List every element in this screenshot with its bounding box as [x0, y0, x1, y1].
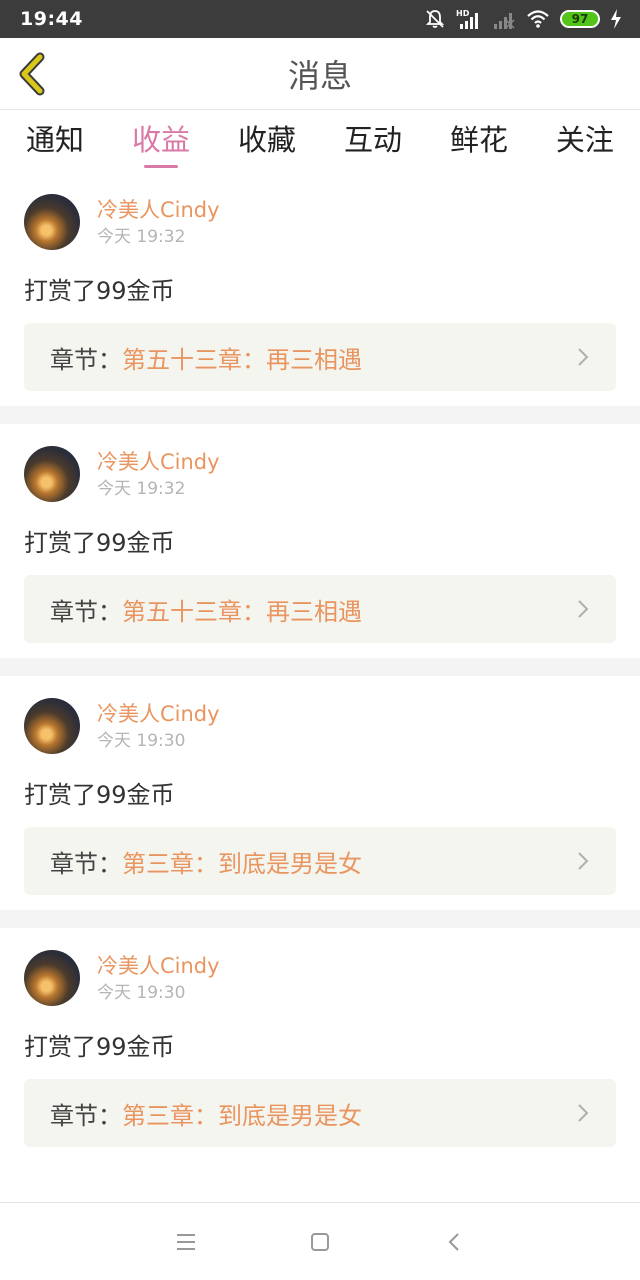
user-info: 冷美人Cindy 今天 19:32	[97, 194, 220, 248]
message-list: 冷美人Cindy 今天 19:32 打赏了99金币 章节： 第五十三章：再三相遇…	[0, 172, 640, 1162]
signal-weak-icon	[492, 9, 516, 29]
user-info: 冷美人Cindy 今天 19:30	[97, 698, 220, 752]
message-time: 今天 19:32	[97, 479, 186, 499]
wifi-icon	[526, 9, 550, 29]
message-text: 打赏了99金币	[24, 277, 175, 305]
menu-icon	[177, 1233, 195, 1250]
chapter-title: 第三章：到底是男是女	[122, 1101, 362, 1130]
back-triangle-icon	[448, 1232, 459, 1251]
message-card: 冷美人Cindy 今天 19:32 打赏了99金币 章节： 第五十三章：再三相遇	[0, 172, 640, 406]
tab-favorites[interactable]: 收藏	[238, 120, 296, 170]
message-header: 冷美人Cindy 今天 19:32	[24, 446, 616, 506]
app-screen: 19:44 HD 97 消息 通知 收益 收藏 互动 鲜花 关注 冷美人Cind…	[0, 0, 640, 1280]
mute-bell-icon	[424, 8, 446, 30]
message-text: 打赏了99金币	[24, 529, 175, 557]
avatar[interactable]	[24, 950, 80, 1006]
charging-bolt-icon	[610, 9, 622, 29]
user-info: 冷美人Cindy 今天 19:32	[97, 446, 220, 500]
signal-hd-icon: HD	[456, 8, 482, 30]
tab-earnings[interactable]: 收益	[132, 120, 190, 170]
chevron-right-icon	[578, 348, 589, 366]
chevron-right-icon	[578, 1104, 589, 1122]
tab-flowers[interactable]: 鲜花	[450, 120, 508, 170]
home-square-icon	[311, 1232, 329, 1251]
menu-button[interactable]	[168, 1224, 204, 1260]
username-link[interactable]: 冷美人Cindy	[97, 952, 220, 980]
chapter-title: 第三章：到底是男是女	[122, 849, 362, 878]
message-header: 冷美人Cindy 今天 19:30	[24, 950, 616, 1010]
chapter-title: 第五十三章：再三相遇	[122, 345, 362, 374]
chapter-link[interactable]: 章节： 第三章：到底是男是女	[24, 1079, 616, 1147]
back-nav-button[interactable]	[436, 1224, 472, 1260]
home-button[interactable]	[302, 1224, 338, 1260]
chapter-prefix: 章节：	[50, 345, 122, 374]
chapter-title: 第五十三章：再三相遇	[122, 597, 362, 626]
status-time: 19:44	[20, 8, 83, 30]
svg-text:HD: HD	[456, 9, 470, 18]
username-link[interactable]: 冷美人Cindy	[97, 700, 220, 728]
message-card: 冷美人Cindy 今天 19:30 打赏了99金币 章节： 第三章：到底是男是女	[0, 928, 640, 1162]
page-header: 消息	[0, 38, 640, 110]
message-text: 打赏了99金币	[24, 781, 175, 809]
tab-interactions[interactable]: 互动	[344, 120, 402, 170]
message-time: 今天 19:32	[97, 227, 186, 247]
chevron-right-icon	[578, 600, 589, 618]
chevron-left-icon	[19, 52, 45, 96]
chapter-link[interactable]: 章节： 第五十三章：再三相遇	[24, 323, 616, 391]
chapter-prefix: 章节：	[50, 849, 122, 878]
message-text: 打赏了99金币	[24, 1033, 175, 1061]
message-time: 今天 19:30	[97, 731, 186, 751]
battery-icon: 97	[560, 10, 600, 28]
message-card: 冷美人Cindy 今天 19:30 打赏了99金币 章节： 第三章：到底是男是女	[0, 676, 640, 910]
message-header: 冷美人Cindy 今天 19:30	[24, 698, 616, 758]
page-title: 消息	[287, 56, 352, 95]
avatar[interactable]	[24, 194, 80, 250]
tab-notifications[interactable]: 通知	[26, 120, 84, 170]
message-time: 今天 19:30	[97, 983, 186, 1003]
tab-bar: 通知 收益 收藏 互动 鲜花 关注	[0, 110, 640, 172]
back-button[interactable]	[14, 52, 54, 96]
status-icons: HD 97	[424, 8, 622, 30]
tab-follows[interactable]: 关注	[556, 120, 614, 170]
username-link[interactable]: 冷美人Cindy	[97, 196, 220, 224]
status-bar: 19:44 HD 97	[0, 0, 640, 38]
chevron-right-icon	[578, 852, 589, 870]
user-info: 冷美人Cindy 今天 19:30	[97, 950, 220, 1004]
chapter-prefix: 章节：	[50, 1101, 122, 1130]
chapter-link[interactable]: 章节： 第五十三章：再三相遇	[24, 575, 616, 643]
username-link[interactable]: 冷美人Cindy	[97, 448, 220, 476]
avatar[interactable]	[24, 698, 80, 754]
avatar[interactable]	[24, 446, 80, 502]
chapter-prefix: 章节：	[50, 597, 122, 626]
message-card: 冷美人Cindy 今天 19:32 打赏了99金币 章节： 第五十三章：再三相遇	[0, 424, 640, 658]
system-nav-bar	[0, 1202, 640, 1280]
message-header: 冷美人Cindy 今天 19:32	[24, 194, 616, 254]
chapter-link[interactable]: 章节： 第三章：到底是男是女	[24, 827, 616, 895]
